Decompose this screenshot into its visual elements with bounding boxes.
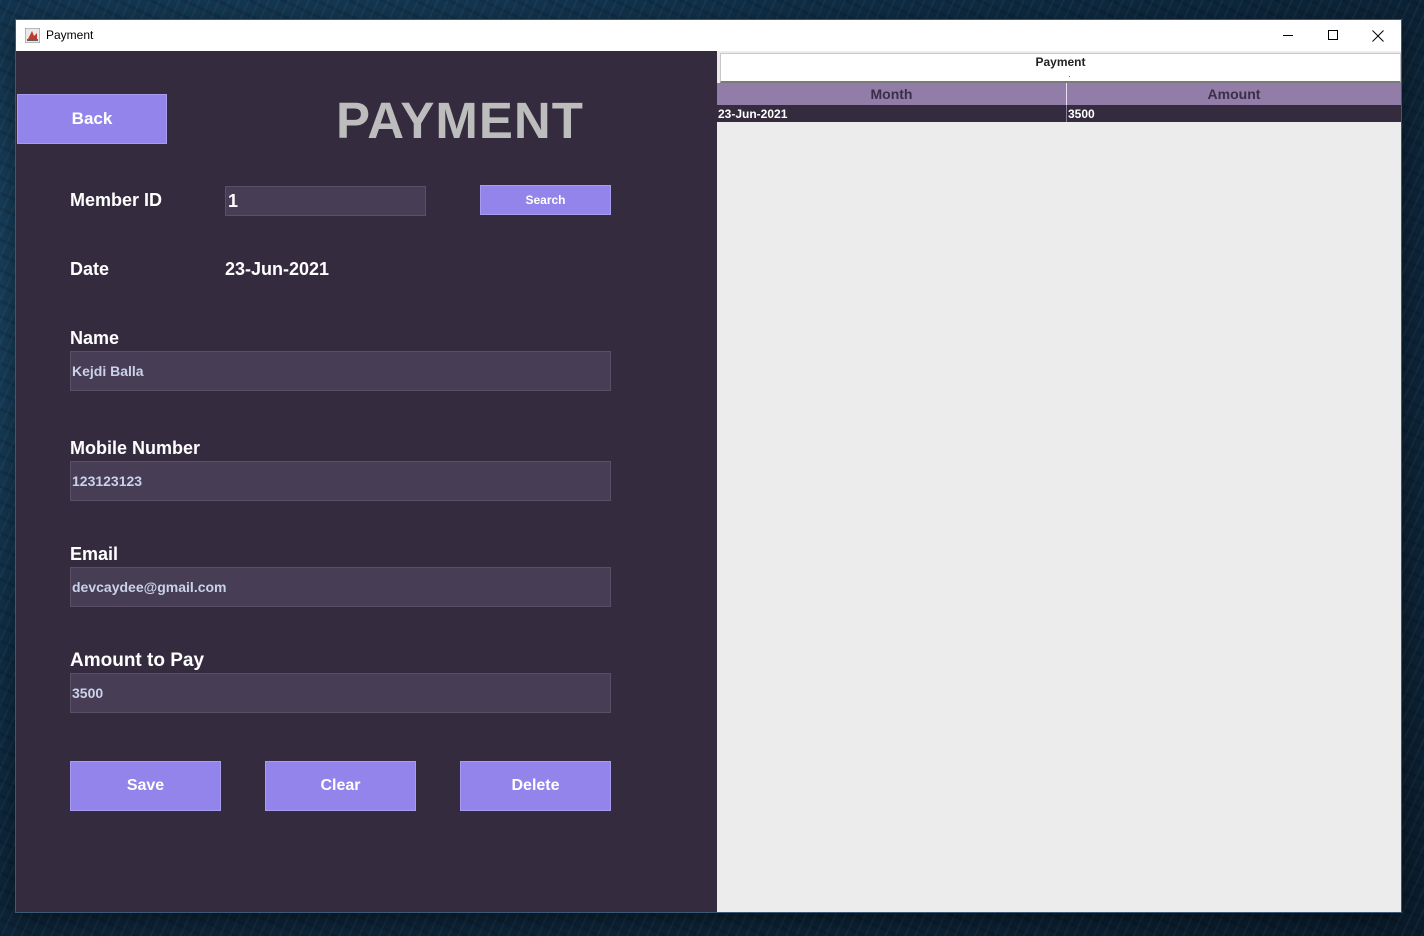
payment-history-panel: Payment · Month Amount 23-Jun-2021 3500 xyxy=(717,51,1401,912)
window-title: Payment xyxy=(46,28,94,42)
minimize-button[interactable] xyxy=(1265,20,1311,51)
amount-to-pay-input[interactable]: 3500 xyxy=(70,673,611,713)
close-button[interactable] xyxy=(1355,20,1401,51)
maximize-icon xyxy=(1327,30,1338,40)
table-caption-text: Payment xyxy=(1035,55,1086,69)
close-icon xyxy=(1372,29,1384,42)
delete-button[interactable]: Delete xyxy=(460,761,611,811)
date-value: 23-Jun-2021 xyxy=(225,259,330,279)
member-id-input[interactable]: 1 xyxy=(225,186,426,216)
email-label: Email xyxy=(70,544,119,564)
column-header-amount[interactable]: Amount xyxy=(1067,83,1401,105)
table-header: Month Amount xyxy=(717,83,1401,106)
name-input[interactable]: Kejdi Balla xyxy=(70,351,611,391)
save-button[interactable]: Save xyxy=(70,761,221,811)
column-header-month[interactable]: Month xyxy=(717,83,1067,105)
name-label: Name xyxy=(70,328,120,348)
minimize-icon xyxy=(1282,35,1293,36)
table-cell-amount: 3500 xyxy=(1068,106,1095,121)
java-app-icon xyxy=(25,28,40,43)
mobile-number-label: Mobile Number xyxy=(70,438,201,458)
back-button[interactable]: Back xyxy=(17,94,167,144)
amount-to-pay-label: Amount to Pay xyxy=(70,650,205,671)
clear-button[interactable]: Clear xyxy=(265,761,416,811)
search-button[interactable]: Search xyxy=(480,185,611,215)
title-bar[interactable]: Payment xyxy=(16,20,1401,51)
table-caption: Payment · xyxy=(720,53,1401,83)
payment-form-panel: Back PAYMENT Member ID 1 Search Date 23-… xyxy=(16,51,717,912)
member-id-label: Member ID xyxy=(70,190,163,210)
caption-dot: · xyxy=(1068,71,1071,81)
table-cell-month: 23-Jun-2021 xyxy=(718,105,1067,122)
mobile-number-input[interactable]: 123123123 xyxy=(70,461,611,501)
page-title: PAYMENT xyxy=(336,92,584,149)
table-row[interactable]: 23-Jun-2021 3500 xyxy=(717,105,1401,122)
maximize-button[interactable] xyxy=(1310,20,1356,51)
date-label: Date xyxy=(70,259,110,279)
payment-window: Payment Back PAYMENT Member ID 1 Search … xyxy=(16,20,1401,912)
email-input[interactable]: devcaydee@gmail.com xyxy=(70,567,611,607)
